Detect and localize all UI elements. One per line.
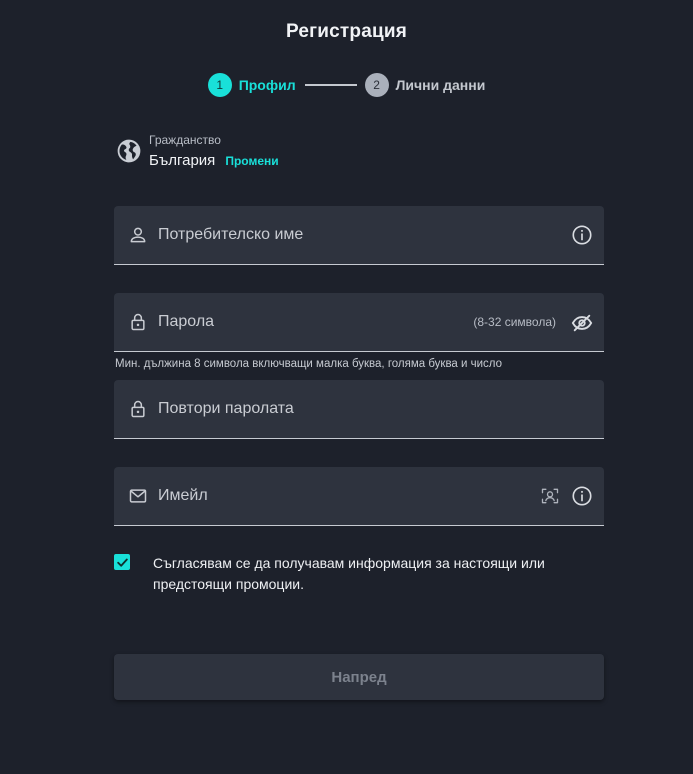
lock-icon [131, 313, 145, 331]
lock-icon [131, 400, 145, 418]
citizenship-section: Гражданство България Промени [116, 132, 279, 169]
step-number-1: 1 [207, 73, 232, 97]
step-number-2: 2 [364, 73, 389, 97]
step-profile: 1 Профил [207, 73, 296, 97]
step-connector [304, 84, 357, 86]
eye-off-icon[interactable] [571, 312, 593, 334]
info-icon[interactable] [571, 224, 593, 246]
username-field[interactable]: Потребителско име [114, 206, 604, 265]
promotions-consent: Съгласявам се да получавам информация за… [114, 553, 583, 595]
password-length-hint: (8-32 символа) [473, 315, 556, 329]
contact-picker-icon[interactable] [540, 486, 560, 506]
mail-icon [129, 489, 147, 503]
citizenship-value: България [149, 152, 216, 169]
password-label: Парола [158, 313, 215, 330]
email-field[interactable]: Имейл [114, 467, 604, 526]
step-label-personal-data: Лични данни [395, 77, 486, 93]
password-helper-text: Мин. дължина 8 символа включващи малка б… [115, 358, 503, 370]
citizenship-text: Гражданство България Промени [149, 132, 279, 169]
citizenship-row: България Промени [149, 152, 279, 169]
promotions-consent-text: Съгласявам се да получавам информация за… [153, 555, 545, 592]
next-button[interactable]: Напред [114, 654, 604, 700]
email-label: Имейл [158, 487, 208, 504]
globe-icon [117, 139, 141, 163]
promotions-checkbox[interactable] [114, 554, 130, 570]
registration-stepper: 1 Профил 2 Лични данни [0, 73, 693, 97]
step-label-profile: Профил [238, 77, 296, 93]
user-icon [130, 227, 146, 243]
password-field[interactable]: Парола (8-32 символа) [114, 293, 604, 352]
page-title: Регистрация [285, 21, 408, 42]
username-label: Потребителско име [158, 226, 304, 243]
info-icon[interactable] [571, 485, 593, 507]
change-citizenship-link[interactable]: Промени [225, 154, 278, 168]
repeat-password-field[interactable]: Повтори паролата [114, 380, 604, 439]
checkmark-icon [116, 558, 128, 567]
citizenship-label: Гражданство [149, 133, 221, 147]
repeat-password-label: Повтори паролата [158, 400, 294, 417]
step-personal-data: 2 Лични данни [364, 73, 486, 97]
